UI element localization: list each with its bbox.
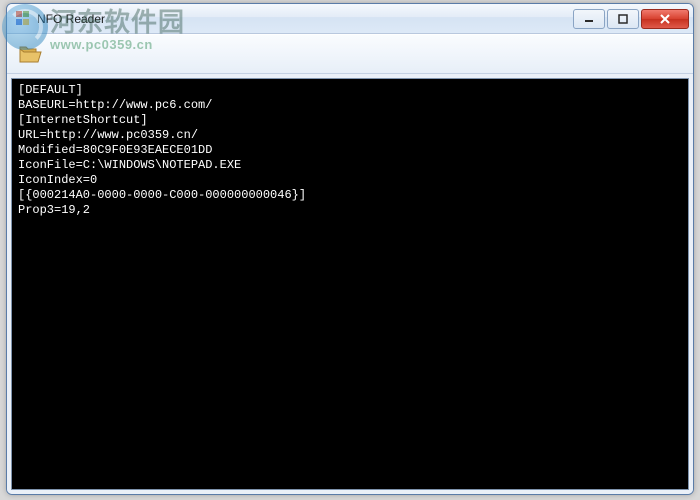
minimize-button[interactable] xyxy=(573,9,605,29)
close-button[interactable] xyxy=(641,9,689,29)
open-file-button[interactable] xyxy=(13,38,47,70)
app-icon xyxy=(15,11,31,27)
toolbar xyxy=(7,34,693,74)
content-area: [DEFAULT] BASEURL=http://www.pc6.com/ [I… xyxy=(7,74,693,494)
maximize-button[interactable] xyxy=(607,9,639,29)
window-title: NFO Reader xyxy=(37,12,105,26)
titlebar[interactable]: NFO Reader xyxy=(7,4,693,34)
window-controls xyxy=(571,9,689,29)
app-window: NFO Reader [DEFAULT] BASEURL=http://www.… xyxy=(6,3,694,495)
nfo-text-view[interactable]: [DEFAULT] BASEURL=http://www.pc6.com/ [I… xyxy=(11,78,689,490)
folder-open-icon xyxy=(18,43,42,65)
